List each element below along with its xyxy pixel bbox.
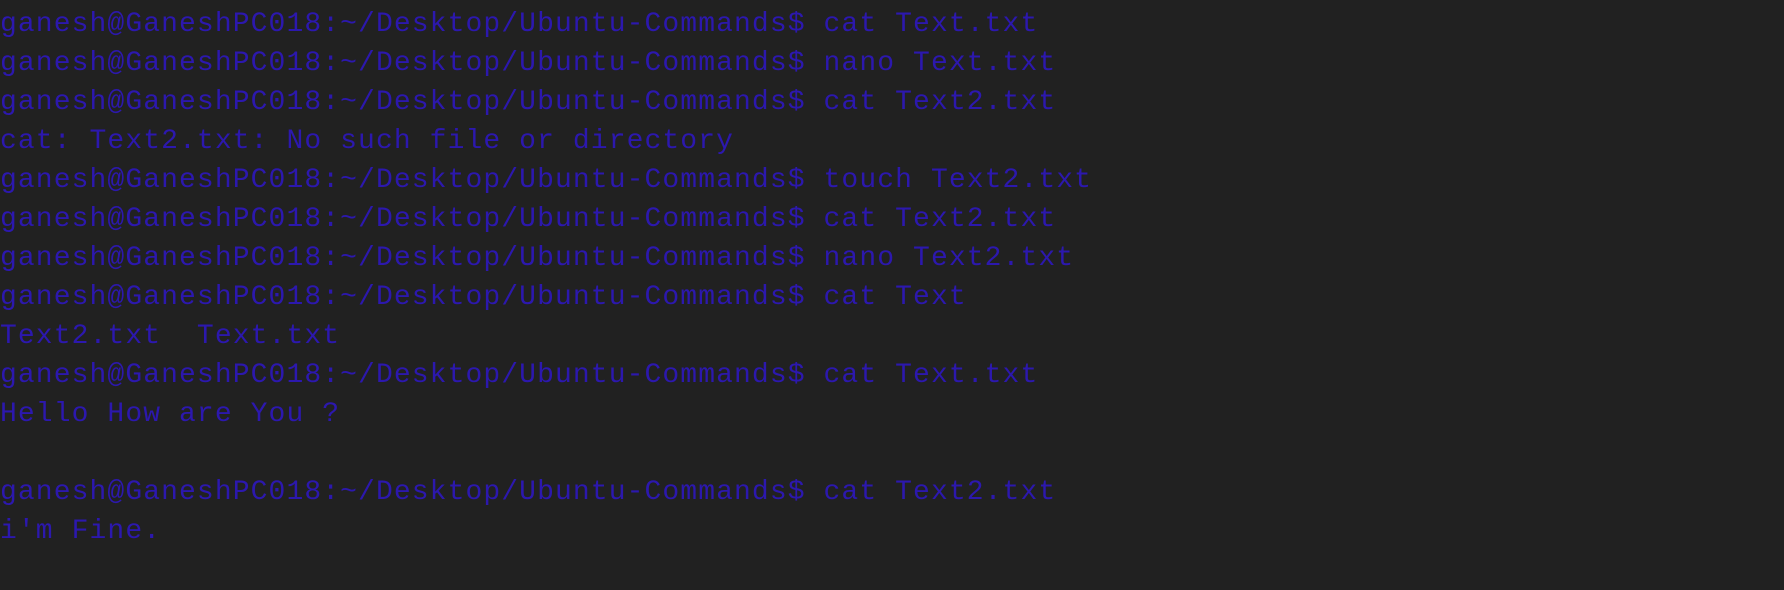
prompt-line: ganesh@GaneshPC018:~/Desktop/Ubuntu-Comm… xyxy=(0,243,1075,274)
output-line: Hello How are You ? xyxy=(0,399,341,430)
output-line: cat: Text2.txt: No such file or director… xyxy=(0,126,735,157)
prompt-line: ganesh@GaneshPC018:~/Desktop/Ubuntu-Comm… xyxy=(0,282,967,313)
prompt-line: ganesh@GaneshPC018:~/Desktop/Ubuntu-Comm… xyxy=(0,477,1057,508)
prompt-line: ganesh@GaneshPC018:~/Desktop/Ubuntu-Comm… xyxy=(0,9,1039,40)
terminal-output[interactable]: ganesh@GaneshPC018:~/Desktop/Ubuntu-Comm… xyxy=(0,0,1784,590)
prompt-line: ganesh@GaneshPC018:~/Desktop/Ubuntu-Comm… xyxy=(0,165,1093,196)
output-line: i'm Fine. xyxy=(0,516,162,547)
output-line: Text2.txt Text.txt xyxy=(0,321,341,352)
prompt-line: ganesh@GaneshPC018:~/Desktop/Ubuntu-Comm… xyxy=(0,48,1057,79)
prompt-line: ganesh@GaneshPC018:~/Desktop/Ubuntu-Comm… xyxy=(0,87,1057,118)
prompt-line: ganesh@GaneshPC018:~/Desktop/Ubuntu-Comm… xyxy=(0,204,1057,235)
prompt-line: ganesh@GaneshPC018:~/Desktop/Ubuntu-Comm… xyxy=(0,360,1039,391)
